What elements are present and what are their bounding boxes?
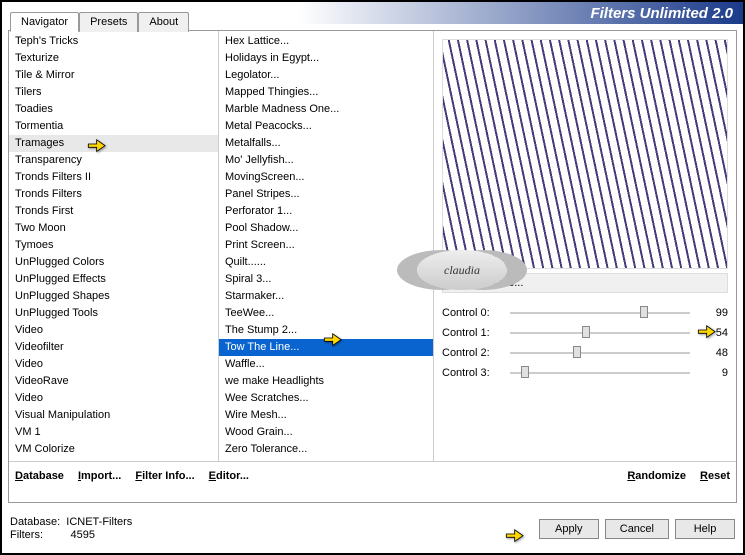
control-slider[interactable]	[510, 352, 690, 354]
list-item[interactable]: Video	[9, 390, 218, 407]
list-item[interactable]: Two Moon	[9, 220, 218, 237]
list-item[interactable]: Print Screen...	[219, 237, 433, 254]
db-label: Database:	[10, 516, 60, 528]
list-item[interactable]: UnPlugged Colors	[9, 254, 218, 271]
list-item[interactable]: UnPlugged Tools	[9, 305, 218, 322]
control-label: Control 1:	[442, 327, 502, 339]
tab-navigator[interactable]: Navigator	[10, 12, 79, 32]
list-item[interactable]: VM 1	[9, 424, 218, 441]
list-item[interactable]: The Stump 2...	[219, 322, 433, 339]
list-item[interactable]: UnPlugged Effects	[9, 271, 218, 288]
list-item[interactable]: Videofilter	[9, 339, 218, 356]
control-slider[interactable]	[510, 372, 690, 374]
tab-presets[interactable]: Presets	[79, 12, 138, 32]
import-button[interactable]: Import...	[78, 470, 121, 482]
control-row: Control 3: 9	[442, 363, 728, 383]
list-item[interactable]: Pool Shadow...	[219, 220, 433, 237]
list-item[interactable]: Wee Scratches...	[219, 390, 433, 407]
list-item[interactable]: Hex Lattice...	[219, 33, 433, 50]
list-item[interactable]: Tronds First	[9, 203, 218, 220]
list-item[interactable]: MovingScreen...	[219, 169, 433, 186]
filter-list[interactable]: Hex Lattice...Holidays in Egypt...Legola…	[219, 31, 434, 461]
list-item[interactable]: Video	[9, 322, 218, 339]
list-item[interactable]: UnPlugged Shapes	[9, 288, 218, 305]
control-row: Control 0: 99	[442, 303, 728, 323]
control-value: 99	[698, 307, 728, 319]
filterinfo-button[interactable]: Filter Info...	[135, 470, 194, 482]
list-item[interactable]: Tymoes	[9, 237, 218, 254]
list-item[interactable]: Visual Manipulation	[9, 407, 218, 424]
toolbar-row: Database Import... Filter Info... Editor…	[9, 461, 736, 490]
apply-button[interactable]: Apply	[539, 519, 599, 539]
control-label: Control 3:	[442, 367, 502, 379]
list-item[interactable]: VM Colorize	[9, 441, 218, 458]
tab-about[interactable]: About	[138, 12, 189, 32]
control-row: Control 1: 54	[442, 323, 728, 343]
list-item[interactable]: Tormentia	[9, 118, 218, 135]
db-value: ICNET-Filters	[66, 516, 132, 528]
watermark-badge: claudia	[417, 250, 507, 290]
list-item[interactable]: Toadies	[9, 101, 218, 118]
list-item[interactable]: Quilt......	[219, 254, 433, 271]
randomize-button[interactable]: Randomize	[627, 470, 686, 482]
reset-button[interactable]: Reset	[700, 470, 730, 482]
list-item[interactable]: Legolator...	[219, 67, 433, 84]
control-value: 54	[698, 327, 728, 339]
preview-image	[442, 39, 728, 269]
list-item[interactable]: Texturize	[9, 50, 218, 67]
control-label: Control 0:	[442, 307, 502, 319]
list-item[interactable]: Panel Stripes...	[219, 186, 433, 203]
list-item[interactable]: VideoRave	[9, 373, 218, 390]
filters-label: Filters:	[10, 529, 43, 541]
list-item[interactable]: Tilers	[9, 84, 218, 101]
footer-info: Database: ICNET-Filters Filters: 4595	[10, 516, 132, 542]
app-title: Filters Unlimited 2.0	[590, 5, 733, 22]
filters-count: 4595	[71, 529, 95, 541]
list-item[interactable]: Zero Tolerance...	[219, 441, 433, 458]
list-item[interactable]: Mo' Jellyfish...	[219, 152, 433, 169]
list-item[interactable]: Tramages	[9, 135, 218, 152]
list-item[interactable]: Tronds Filters II	[9, 169, 218, 186]
editor-button[interactable]: Editor...	[209, 470, 249, 482]
right-panel: Tow The Line... Control 0:99Control 1:54…	[434, 31, 736, 461]
list-item[interactable]: Tow The Line...	[219, 339, 433, 356]
list-item[interactable]: Wood Grain...	[219, 424, 433, 441]
category-list[interactable]: Teph's TricksTexturizeTile & MirrorTiler…	[9, 31, 219, 461]
list-item[interactable]: Perforator 1...	[219, 203, 433, 220]
cancel-button[interactable]: Cancel	[605, 519, 669, 539]
list-item[interactable]: Tronds Filters	[9, 186, 218, 203]
database-button[interactable]: Database	[15, 470, 64, 482]
list-item[interactable]: we make Headlights	[219, 373, 433, 390]
list-item[interactable]: TeeWee...	[219, 305, 433, 322]
list-item[interactable]: Video	[9, 356, 218, 373]
list-item[interactable]: Metalfalls...	[219, 135, 433, 152]
help-button[interactable]: Help	[675, 519, 735, 539]
list-item[interactable]: Spiral 3...	[219, 271, 433, 288]
list-item[interactable]: Waffle...	[219, 356, 433, 373]
list-item[interactable]: Wire Mesh...	[219, 407, 433, 424]
control-slider[interactable]	[510, 332, 690, 334]
control-slider[interactable]	[510, 312, 690, 314]
list-item[interactable]: Mapped Thingies...	[219, 84, 433, 101]
list-item[interactable]: Holidays in Egypt...	[219, 50, 433, 67]
list-item[interactable]: Transparency	[9, 152, 218, 169]
footer: Database: ICNET-Filters Filters: 4595 Ap…	[10, 509, 735, 549]
control-value: 48	[698, 347, 728, 359]
list-item[interactable]: Starmaker...	[219, 288, 433, 305]
tab-strip: Navigator Presets About	[10, 12, 189, 32]
list-item[interactable]: Tile & Mirror	[9, 67, 218, 84]
list-item[interactable]: Metal Peacocks...	[219, 118, 433, 135]
control-row: Control 2: 48	[442, 343, 728, 363]
content-panel: Teph's TricksTexturizeTile & MirrorTiler…	[8, 30, 737, 503]
control-value: 9	[698, 367, 728, 379]
control-label: Control 2:	[442, 347, 502, 359]
list-item[interactable]: Teph's Tricks	[9, 33, 218, 50]
list-item[interactable]: Marble Madness One...	[219, 101, 433, 118]
controls-group: Control 0:99Control 1:54Control 2:48Cont…	[442, 303, 728, 383]
